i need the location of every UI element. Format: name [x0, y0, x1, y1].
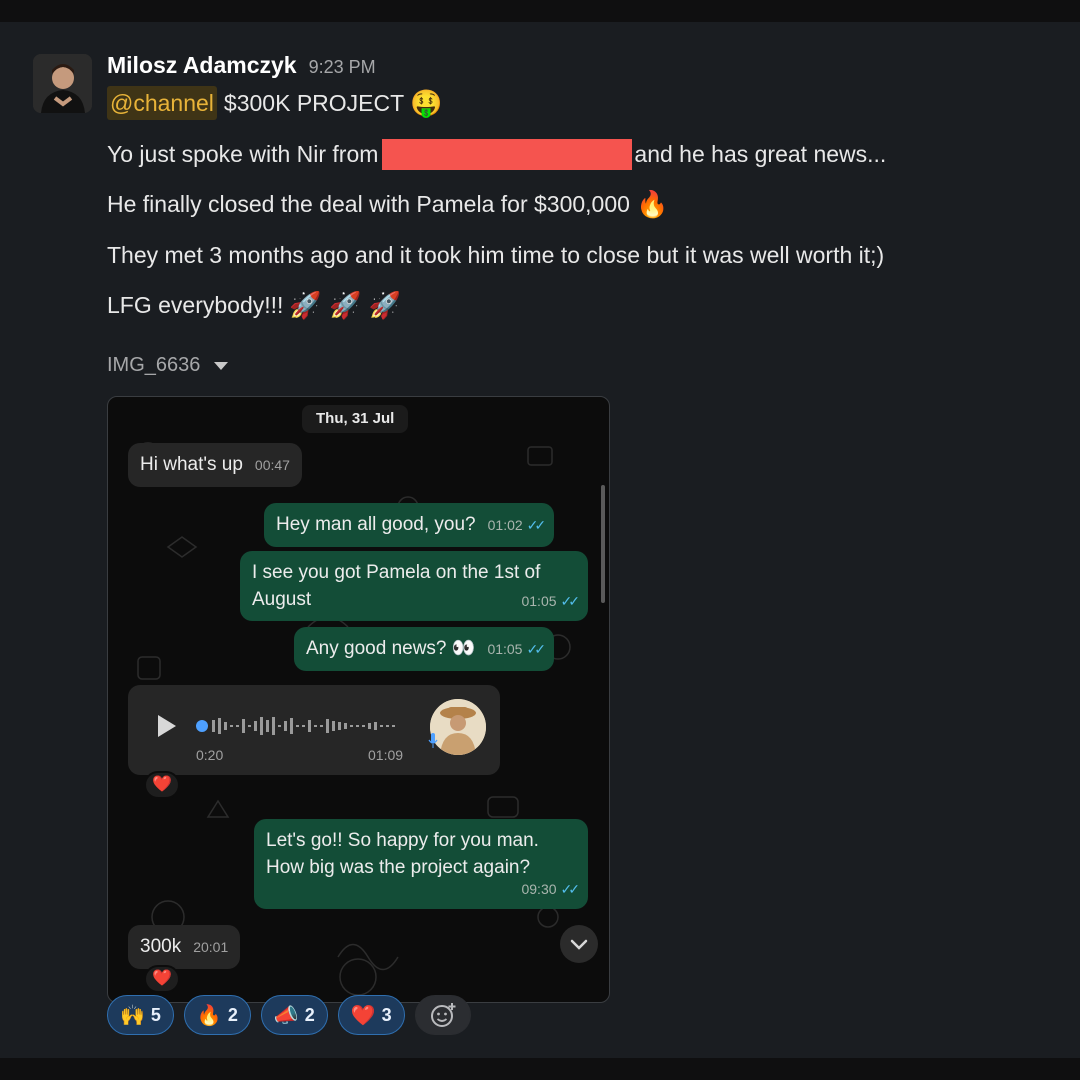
megaphone-icon: 📣 — [273, 1004, 299, 1027]
chevron-down-icon — [214, 361, 229, 370]
redaction-bar — [382, 138, 633, 170]
attached-image[interactable]: Thu, 31 Jul Hi what's up 00:47 Hey man al… — [107, 396, 610, 1003]
message-text: Hi what's up — [140, 454, 243, 475]
message-line-1: Yo just spoke with Nir from and he has g… — [107, 137, 886, 171]
reaction-count: 2 — [304, 1004, 315, 1025]
message-header: Milosz Adamczyk 9:23 PM — [107, 52, 376, 82]
headline-text: $300K PROJECT — [223, 90, 405, 116]
voice-message-bubble[interactable]: 0:20 01:09 — [128, 685, 500, 775]
chevron-down-icon — [570, 939, 588, 950]
chat-date-divider: Thu, 31 Jul — [302, 405, 409, 433]
message-time: 09:30 — [521, 881, 557, 897]
message-text: Hey man all good, you? — [276, 514, 476, 535]
sender-avatar — [430, 699, 486, 755]
read-receipt-icon: ✓✓ — [526, 641, 546, 657]
chat-scrollbar[interactable] — [601, 485, 605, 603]
rocket-emoji-icon: 🚀 🚀 🚀 — [289, 290, 401, 320]
money-face-emoji-icon: 🤑 — [410, 88, 443, 118]
outgoing-message-bubble[interactable]: Let's go!! So happy for you man. How big… — [254, 819, 588, 909]
outgoing-message-bubble[interactable]: Any good news? 👀 01:05 ✓✓ — [294, 627, 554, 671]
message-time: 00:47 — [254, 457, 290, 473]
reaction-count: 3 — [381, 1004, 392, 1025]
message-headline: @channel $300K PROJECT 🤑 — [107, 86, 443, 120]
fire-emoji-icon: 🔥 — [635, 189, 669, 219]
play-icon[interactable] — [158, 715, 176, 737]
message-line-2: He finally closed the deal with Pamela f… — [107, 187, 668, 221]
reaction-heart[interactable]: ❤️ 3 — [337, 995, 405, 1035]
reaction-bar: 🙌 5 🔥 2 📣 2 ❤️ 3 — [107, 995, 471, 1035]
waveform-icon[interactable] — [212, 711, 412, 741]
add-reaction-button[interactable] — [414, 995, 471, 1035]
message-meta: 01:05 ✓✓ — [521, 588, 581, 615]
playback-scrubber[interactable] — [196, 720, 208, 732]
message-text: Any good news? 👀 — [306, 638, 476, 659]
incoming-message-bubble[interactable]: 300k 20:01 — [128, 925, 241, 969]
line4-text: LFG everybody!!! — [107, 292, 284, 318]
reaction-raised-hands[interactable]: 🙌 5 — [107, 995, 174, 1035]
message-text-line: Let's go!! So happy for you man. — [266, 830, 539, 851]
reaction-fire[interactable]: 🔥 2 — [183, 995, 251, 1035]
outgoing-message-bubble[interactable]: Hey man all good, you? 01:02 ✓✓ — [264, 503, 555, 547]
microphone-icon — [428, 733, 438, 748]
scroll-to-bottom-button[interactable] — [560, 925, 598, 963]
line1-after-text: and he has great news... — [634, 141, 887, 167]
line3-text: They met 3 months ago and it took him ti… — [107, 242, 885, 268]
voice-duration: 01:09 — [368, 747, 404, 763]
message-time: 01:05 — [487, 641, 523, 657]
message-time: 01:02 — [487, 517, 523, 533]
outgoing-message-bubble[interactable]: I see you got Pamela on the 1st of Augus… — [240, 551, 588, 621]
message-time: 20:01 — [193, 939, 229, 955]
message-line-3: They met 3 months ago and it took him ti… — [107, 238, 884, 272]
message-text-line: I see you got Pamela on the 1st of — [252, 562, 541, 583]
fire-icon: 🔥 — [196, 1004, 222, 1027]
add-emoji-icon — [430, 1003, 456, 1027]
incoming-message-bubble[interactable]: Hi what's up 00:47 — [128, 443, 302, 487]
read-receipt-icon: ✓✓ — [560, 881, 581, 897]
line1-before-text: Yo just spoke with Nir from — [107, 141, 379, 167]
line2-text: He finally closed the deal with Pamela f… — [107, 191, 630, 217]
reaction-count: 2 — [227, 1004, 238, 1025]
message-time: 01:05 — [521, 593, 557, 609]
message-meta: 09:30 ✓✓ — [521, 876, 581, 903]
heart-icon: ❤️ — [350, 1004, 376, 1027]
heart-reaction-icon[interactable]: ❤️ — [144, 965, 180, 993]
raised-hands-icon: 🙌 — [120, 1004, 145, 1027]
attachment-toggle[interactable]: IMG_6636 — [107, 354, 229, 377]
message-line-4: LFG everybody!!! 🚀 🚀 🚀 — [107, 288, 401, 322]
author-name[interactable]: Milosz Adamczyk — [107, 52, 297, 79]
slack-message-pane: Milosz Adamczyk 9:23 PM @channel $300K P… — [0, 22, 1080, 1058]
heart-reaction-icon[interactable]: ❤️ — [144, 771, 180, 799]
reaction-count: 5 — [150, 1004, 161, 1025]
read-receipt-icon: ✓✓ — [526, 517, 547, 533]
reaction-megaphone[interactable]: 📣 2 — [260, 995, 328, 1035]
message-timestamp[interactable]: 9:23 PM — [309, 57, 376, 78]
author-avatar[interactable] — [33, 54, 92, 113]
message-text: 300k — [140, 936, 182, 957]
read-receipt-icon: ✓✓ — [560, 593, 581, 609]
voice-elapsed: 0:20 — [196, 747, 224, 763]
channel-mention[interactable]: @channel — [107, 86, 217, 120]
attachment-name: IMG_6636 — [107, 354, 201, 376]
